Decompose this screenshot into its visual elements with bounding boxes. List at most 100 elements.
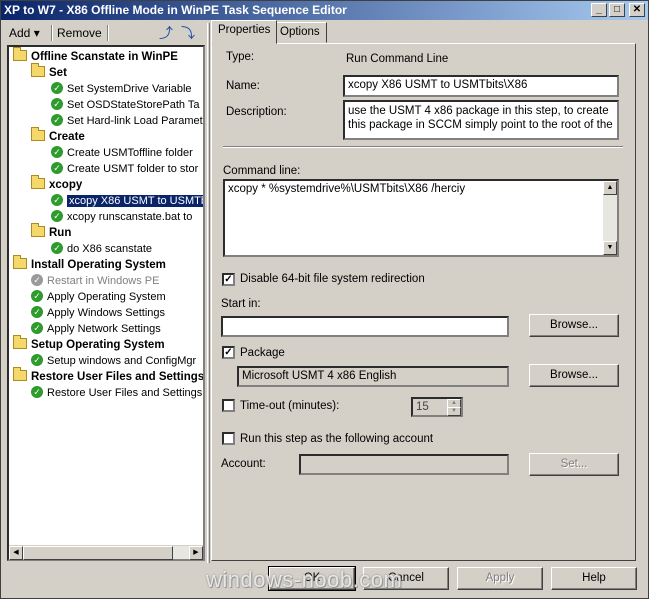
tree-group-xcopy[interactable]: xcopy	[31, 175, 82, 193]
toolbar-separator	[51, 25, 53, 41]
tree-group-run[interactable]: Run	[31, 223, 71, 241]
close-button[interactable]: ✕	[629, 3, 645, 17]
spin-down-icon[interactable]: ▼	[447, 407, 461, 416]
check-icon: ✓	[31, 290, 43, 303]
tree-step[interactable]: ✓ Setup windows and ConfigMgr	[31, 353, 196, 369]
task-sequence-editor-window: XP to W7 - X86 Offline Mode in WinPE Tas…	[0, 0, 649, 599]
folder-icon	[13, 335, 27, 350]
title-bar: XP to W7 - X86 Offline Mode in WinPE Tas…	[1, 1, 648, 20]
folder-icon	[31, 63, 45, 78]
timeout-label: Time-out (minutes):	[240, 400, 340, 412]
type-value: Run Command Line	[343, 49, 619, 70]
folder-icon	[31, 127, 45, 142]
toolbar-separator	[107, 25, 109, 41]
command-line-field[interactable]: xcopy * %systemdrive%\USMTbits\X86 /herc…	[223, 179, 619, 257]
minimize-button[interactable]: _	[591, 3, 607, 17]
description-label: Description:	[226, 106, 287, 118]
chevron-down-icon: ▾	[33, 26, 40, 40]
check-icon: ✓	[31, 386, 43, 399]
move-up-icon[interactable]: ⤴	[157, 24, 175, 42]
tree-step[interactable]: ✓ xcopy runscanstate.bat to	[51, 209, 192, 225]
check-icon: ✓	[51, 98, 63, 111]
tree-group-set[interactable]: Set	[31, 63, 67, 81]
folder-icon	[31, 175, 45, 190]
tree-horizontal-scrollbar[interactable]: ◀ ▶	[9, 545, 203, 560]
tree-toolbar: Add ▾ Remove ⤴ ⤵	[5, 23, 205, 43]
timeout-checkbox[interactable]	[222, 399, 235, 412]
scroll-down-icon[interactable]: ▼	[603, 241, 617, 255]
folder-icon	[13, 367, 27, 382]
tree-step-disabled[interactable]: ✓ Restart in Windows PE	[31, 273, 159, 289]
tree-step-selected[interactable]: ✓ xcopy X86 USMT to USMTb	[51, 193, 203, 209]
check-icon: ✓	[31, 274, 43, 287]
scroll-right-icon[interactable]: ▶	[189, 546, 203, 560]
start-in-field[interactable]	[221, 316, 509, 337]
folder-icon	[13, 255, 27, 270]
check-icon: ✓	[51, 82, 63, 95]
start-in-browse-button[interactable]: Browse...	[529, 314, 619, 337]
remove-button[interactable]: Remove	[57, 26, 102, 40]
start-in-label: Start in:	[221, 298, 261, 310]
add-label: Add	[9, 26, 31, 40]
folder-icon	[13, 47, 27, 62]
tree-step[interactable]: ✓ Set SystemDrive Variable	[51, 81, 192, 97]
add-menu-button[interactable]: Add ▾	[9, 26, 40, 40]
tree-step[interactable]: ✓ do X86 scanstate	[51, 241, 152, 257]
tree-step[interactable]: ✓ Set OSDStateStorePath Ta	[51, 97, 199, 113]
tree-step[interactable]: ✓ Apply Windows Settings	[31, 305, 165, 321]
tree-step[interactable]: ✓ Apply Network Settings	[31, 321, 161, 337]
pane-splitter[interactable]	[207, 23, 210, 563]
tree-group-create[interactable]: Create	[31, 127, 85, 145]
tab-options[interactable]: Options	[273, 22, 327, 43]
check-icon: ✓	[31, 306, 43, 319]
tree-step[interactable]: ✓ Set Hard-link Load Paramet	[51, 113, 203, 129]
name-field[interactable]: xcopy X86 USMT to USMTbits\X86	[343, 75, 619, 97]
check-icon: ✓	[51, 194, 63, 207]
account-field[interactable]	[299, 454, 509, 475]
help-button[interactable]: Help	[551, 567, 637, 590]
check-icon: ✓	[51, 162, 63, 175]
disable-redirection-label: Disable 64-bit file system redirection	[240, 273, 425, 285]
task-sequence-tree[interactable]: Offline Scanstate in WinPE Set ✓ Set Syst…	[7, 45, 205, 561]
check-icon: ✓	[31, 322, 43, 335]
command-line-text: xcopy * %systemdrive%\USMTbits\X86 /herc…	[228, 183, 466, 195]
tree-group-restore[interactable]: Restore User Files and Settings	[13, 367, 203, 385]
ok-button[interactable]: OK	[268, 566, 356, 591]
tree-group-setup-os[interactable]: Setup Operating System	[13, 335, 165, 353]
scroll-thumb[interactable]	[23, 546, 173, 560]
type-label: Type:	[226, 51, 255, 63]
tab-properties[interactable]: Properties	[211, 20, 278, 44]
tree-step[interactable]: ✓ Apply Operating System	[31, 289, 166, 305]
package-checkbox[interactable]: ✓	[222, 346, 235, 359]
apply-button[interactable]: Apply	[457, 567, 543, 590]
package-browse-button[interactable]: Browse...	[529, 364, 619, 387]
maximize-button[interactable]: □	[609, 3, 625, 17]
tree-step[interactable]: ✓ Create USMToffline folder	[51, 145, 193, 161]
run-as-label: Run this step as the following account	[240, 433, 434, 445]
run-as-checkbox[interactable]	[222, 432, 235, 445]
tree-step[interactable]: ✓ Create USMT folder to stor	[51, 161, 198, 177]
command-line-label: Command line:	[223, 165, 301, 177]
move-down-icon[interactable]: ⤵	[179, 24, 197, 42]
check-icon: ✓	[51, 242, 63, 255]
check-icon: ✓	[51, 114, 63, 127]
check-icon: ✓	[51, 210, 63, 223]
scroll-up-icon[interactable]: ▲	[603, 181, 617, 195]
tree-group-install-os[interactable]: Install Operating System	[13, 255, 166, 273]
check-icon: ✓	[51, 146, 63, 159]
tree-step[interactable]: ✓ Restore User Files and Settings	[31, 385, 202, 401]
package-field: Microsoft USMT 4 x86 English	[237, 366, 509, 387]
disable-redirection-checkbox[interactable]: ✓	[222, 273, 235, 286]
folder-icon	[31, 223, 45, 238]
account-label: Account:	[221, 458, 266, 470]
command-line-scrollbar[interactable]: ▲ ▼	[603, 181, 617, 255]
divider	[223, 146, 623, 148]
check-icon: ✓	[31, 354, 43, 367]
package-label: Package	[240, 347, 285, 359]
description-field[interactable]: use the USMT 4 x86 package in this step,…	[343, 100, 619, 140]
set-account-button[interactable]: Set...	[529, 453, 619, 476]
scroll-left-icon[interactable]: ◀	[9, 546, 23, 560]
name-label: Name:	[226, 80, 260, 92]
cancel-button[interactable]: Cancel	[363, 567, 449, 590]
timeout-value: 15	[416, 401, 429, 413]
